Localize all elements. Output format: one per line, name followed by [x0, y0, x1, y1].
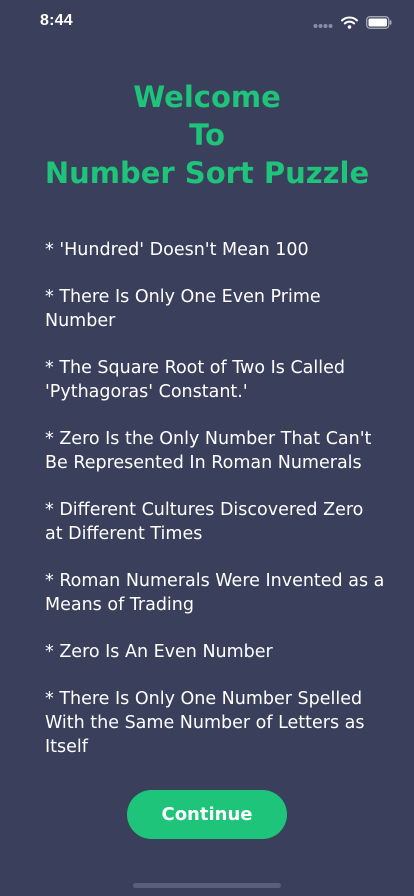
title-line-welcome: Welcome [133, 80, 281, 114]
battery-icon [366, 14, 392, 33]
title-line-to: To [189, 118, 225, 152]
status-icons [313, 14, 392, 33]
continue-button[interactable]: Continue [127, 790, 287, 839]
fact-item: * Roman Numerals Were Invented as a Mean… [45, 571, 385, 615]
fact-item: * Different Cultures Discovered Zero at … [45, 500, 364, 544]
home-indicator[interactable] [133, 883, 281, 888]
status-bar: 8:44 [0, 0, 414, 44]
fact-item: * There Is Only One Number Spelled With … [45, 689, 365, 757]
status-time: 8:44 [40, 12, 73, 29]
fact-item: * Zero Is the Only Number That Can't Be … [45, 429, 372, 473]
signal-dots-icon [313, 14, 333, 33]
title-line-app-name: Number Sort Puzzle [44, 156, 370, 190]
wifi-icon [341, 14, 358, 33]
fact-item: * The Square Root of Two Is Called 'Pyth… [45, 358, 345, 402]
welcome-title: Welcome To Number Sort Puzzle [0, 78, 414, 192]
fact-item: * 'Hundred' Doesn't Mean 100 [45, 240, 309, 260]
fact-item: * There Is Only One Even Prime Number [45, 287, 321, 331]
facts-list: * 'Hundred' Doesn't Mean 100 * There Is … [45, 238, 385, 782]
fact-item: * Zero Is An Even Number [45, 642, 273, 662]
